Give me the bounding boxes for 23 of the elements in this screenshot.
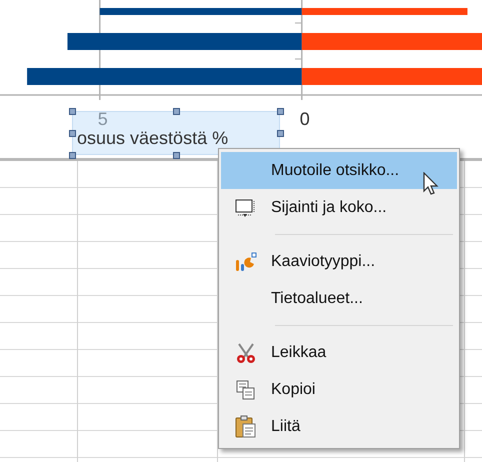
chart-title: osuus väestöstä % xyxy=(77,128,228,148)
menu-item[interactable]: Tietoalueet... xyxy=(221,280,457,317)
copy-icon xyxy=(235,378,257,400)
selection-handle[interactable] xyxy=(69,130,76,137)
selection-handle[interactable] xyxy=(173,108,180,115)
chart-type-icon xyxy=(235,252,257,272)
clipboard-icon xyxy=(235,414,257,438)
axis-tick-label: 0 xyxy=(300,109,310,129)
selection-handle[interactable] xyxy=(277,108,284,115)
menu-item[interactable]: Leikkaa xyxy=(221,334,457,371)
axis-tick-label: 5 xyxy=(98,109,108,129)
selection-handle[interactable] xyxy=(69,152,76,159)
menu-item[interactable]: Kopioi xyxy=(221,371,457,408)
scissors-icon xyxy=(235,342,257,364)
menu-item[interactable]: Sijainti ja koko... xyxy=(221,189,457,226)
frame-icon xyxy=(235,198,257,218)
menu-item[interactable]: Liitä xyxy=(221,408,457,445)
cursor-icon xyxy=(423,172,439,196)
selection-handle[interactable] xyxy=(277,130,284,137)
selection-handle[interactable] xyxy=(173,152,180,159)
menu-item[interactable]: Muotoile otsikko... xyxy=(221,152,457,189)
menu-item[interactable]: Kaaviotyyppi... xyxy=(221,243,457,280)
selection-handle[interactable] xyxy=(69,108,76,115)
